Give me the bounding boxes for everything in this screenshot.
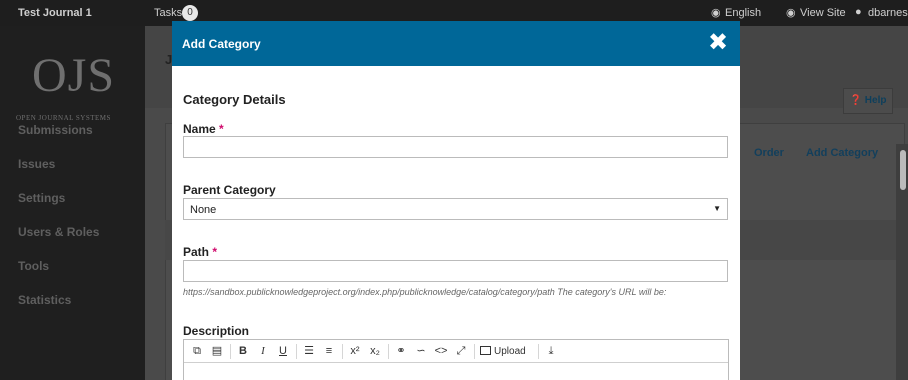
user-icon: ●: [855, 6, 862, 18]
upload-button[interactable]: Upload: [480, 343, 526, 360]
modal-title: Add Category: [182, 37, 261, 51]
sidebar-item-settings[interactable]: Settings: [18, 191, 65, 205]
underline-icon[interactable]: U: [276, 343, 290, 360]
language-link[interactable]: English: [725, 7, 761, 19]
unlink-icon[interactable]: ∽: [414, 343, 428, 360]
toolbar-divider: [342, 344, 343, 359]
parent-category-value: None: [190, 204, 217, 216]
toolbar-divider: [474, 344, 475, 359]
modal-header: Add Category ✖: [172, 21, 740, 66]
help-button[interactable]: ❓ Help: [843, 88, 893, 114]
link-icon[interactable]: ⚭: [394, 343, 408, 360]
parent-category-select[interactable]: None ▼: [183, 198, 728, 220]
code-icon[interactable]: <>: [434, 343, 448, 360]
logo-text: OJS: [32, 49, 116, 102]
editor-toolbar: ⧉ ▤ B I U ☰ ≡ x² x₂ ⚭ ∽ <> ⤢ Upload ⤓: [184, 340, 728, 363]
required-mark: *: [212, 245, 218, 259]
logo-subtitle: OPEN JOURNAL SYSTEMS: [16, 114, 111, 122]
numbered-list-icon[interactable]: ≡: [322, 343, 336, 360]
chevron-down-icon: ▼: [713, 204, 721, 213]
scrollbar-thumb[interactable]: [900, 150, 906, 190]
upload-label: Upload: [494, 346, 526, 357]
name-label: Name *: [183, 122, 224, 136]
subscript-icon[interactable]: x₂: [368, 343, 382, 360]
sidebar: OJS OPEN JOURNAL SYSTEMS Submissions Iss…: [0, 26, 145, 380]
path-field[interactable]: [183, 260, 728, 282]
sidebar-item-users-roles[interactable]: Users & Roles: [18, 225, 99, 239]
close-icon[interactable]: ✖: [704, 29, 732, 57]
path-hint: https://sandbox.publicknowledgeproject.o…: [183, 287, 667, 297]
tasks-link[interactable]: Tasks: [154, 7, 182, 19]
tasks-count-badge: 0: [182, 5, 198, 21]
add-category-modal: Add Category ✖ Category Details Name * P…: [172, 21, 740, 380]
sidebar-item-issues[interactable]: Issues: [18, 157, 55, 171]
description-label: Description: [183, 324, 250, 338]
name-field[interactable]: [183, 136, 728, 158]
view-site-link[interactable]: View Site: [800, 7, 846, 19]
sidebar-item-tools[interactable]: Tools: [18, 259, 49, 273]
toolbar-divider: [388, 344, 389, 359]
toolbar-divider: [230, 344, 231, 359]
description-editor: ⧉ ▤ B I U ☰ ≡ x² x₂ ⚭ ∽ <> ⤢ Upload ⤓: [183, 339, 729, 380]
journal-switcher[interactable]: Test Journal 1: [18, 7, 92, 19]
path-label: Path *: [183, 245, 218, 259]
superscript-icon[interactable]: x²: [348, 343, 362, 360]
section-title: Category Details: [183, 92, 286, 107]
bullet-list-icon[interactable]: ☰: [302, 343, 316, 360]
paste-icon[interactable]: ▤: [210, 343, 224, 360]
globe-icon: ◉: [711, 7, 721, 19]
download-icon[interactable]: ⤓: [544, 343, 558, 360]
parent-category-label: Parent Category: [183, 183, 276, 197]
toolbar-divider: [296, 344, 297, 359]
add-category-link[interactable]: Add Category: [806, 147, 878, 159]
user-menu[interactable]: dbarnes: [868, 7, 908, 19]
required-mark: *: [219, 122, 224, 136]
order-link[interactable]: Order: [754, 147, 784, 159]
fullscreen-icon[interactable]: ⤢: [454, 343, 468, 360]
sidebar-item-submissions[interactable]: Submissions: [18, 123, 93, 137]
help-label: Help: [864, 95, 887, 106]
eye-icon: ◉: [786, 7, 796, 19]
sidebar-item-statistics[interactable]: Statistics: [18, 293, 71, 307]
italic-icon[interactable]: I: [256, 343, 270, 360]
bold-icon[interactable]: B: [236, 343, 250, 360]
copy-icon[interactable]: ⧉: [190, 343, 204, 360]
toolbar-divider: [538, 344, 539, 359]
image-icon: [480, 346, 491, 355]
ojs-logo[interactable]: OJS OPEN JOURNAL SYSTEMS: [12, 48, 134, 128]
